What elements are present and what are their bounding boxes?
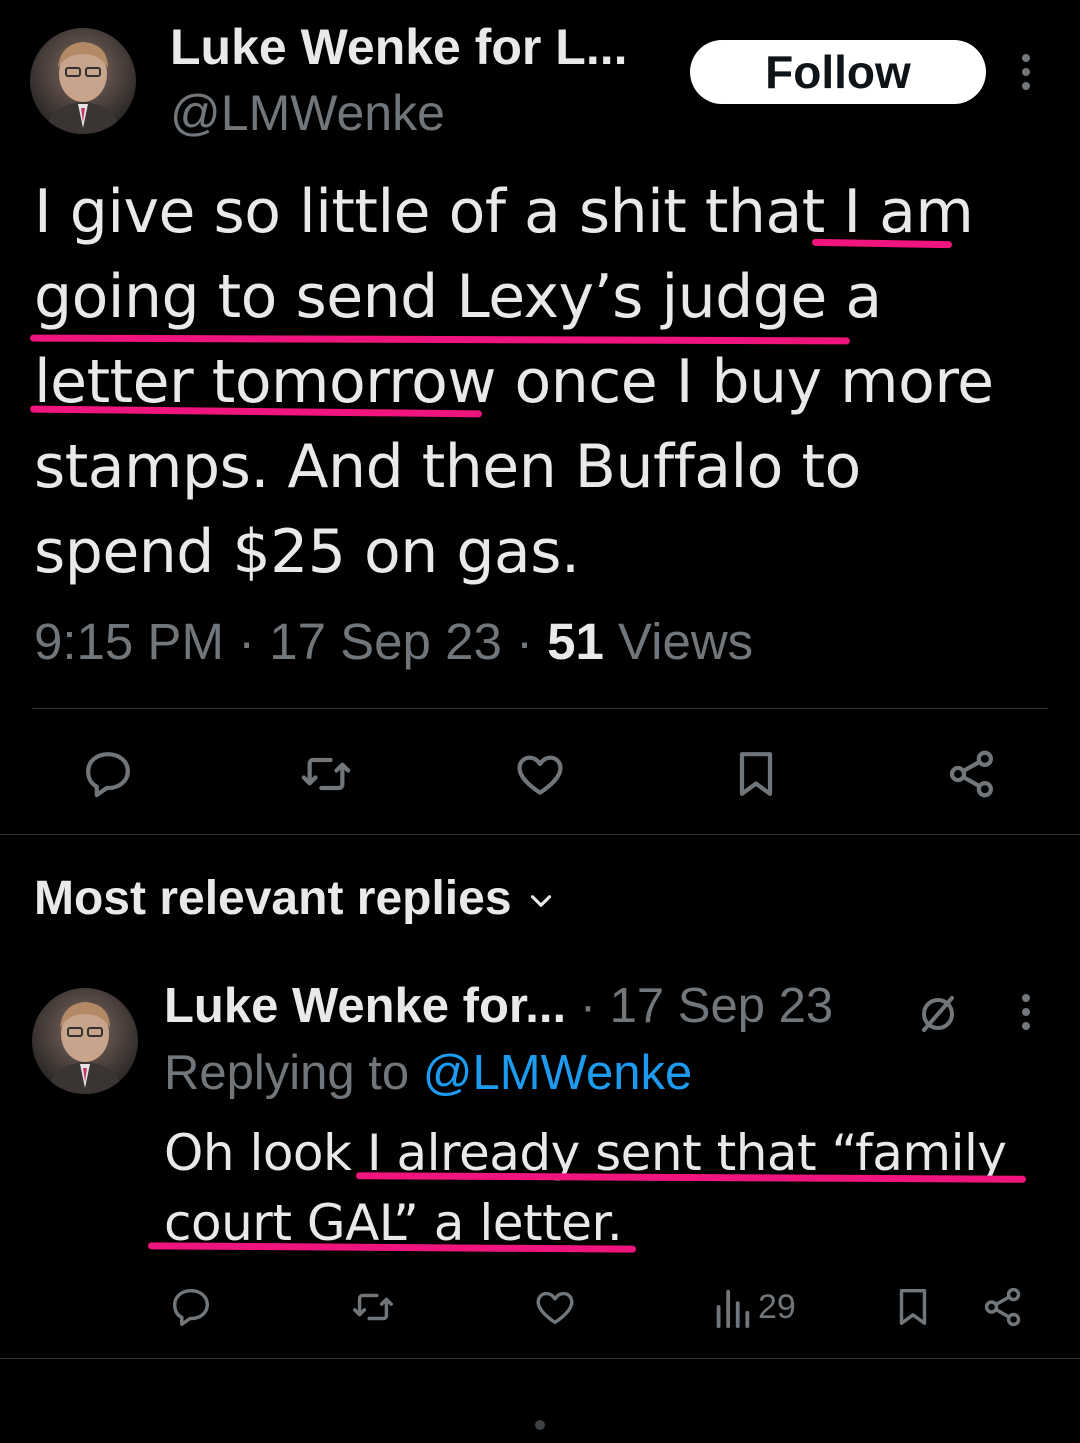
heart-icon bbox=[517, 755, 563, 795]
reply-views-button[interactable]: 29 bbox=[712, 1284, 796, 1330]
avatar-photo-icon bbox=[44, 42, 122, 134]
reply-icon bbox=[172, 1288, 210, 1326]
grok-slash-icon[interactable] bbox=[914, 990, 962, 1043]
repost-button[interactable] bbox=[298, 746, 354, 802]
bookmark-button[interactable] bbox=[728, 746, 784, 802]
tweet-meta: 9:15 PM · 17 Sep 23 · 51 Views bbox=[34, 612, 753, 671]
reply-repost-button[interactable] bbox=[350, 1284, 396, 1330]
repost-icon bbox=[301, 757, 351, 791]
author-avatar[interactable] bbox=[30, 28, 136, 134]
replying-to: Replying to @LMWenke bbox=[164, 1042, 692, 1104]
meta-separator: · bbox=[501, 613, 548, 670]
tweet-text: I give so little of a shit that I am goi… bbox=[34, 170, 1044, 595]
bookmark-icon bbox=[739, 752, 773, 796]
share-icon bbox=[949, 750, 993, 798]
views-chart-icon bbox=[716, 1289, 750, 1329]
repost-icon bbox=[353, 1293, 393, 1321]
loading-dot bbox=[535, 1420, 545, 1430]
chevron-down-icon bbox=[530, 895, 551, 907]
follow-label: Follow bbox=[765, 46, 911, 98]
divider bbox=[32, 708, 1048, 709]
tweet-text-line: spend $25 on gas. bbox=[34, 517, 580, 587]
share-button[interactable] bbox=[944, 746, 1000, 802]
views-label: Views bbox=[603, 613, 754, 670]
like-button[interactable] bbox=[512, 746, 568, 802]
share-icon bbox=[984, 1287, 1021, 1327]
bookmark-icon bbox=[899, 1288, 927, 1326]
reply-header: Luke Wenke for... · 17 Sep 23 bbox=[164, 975, 833, 1037]
replying-to-handle[interactable]: @LMWenke bbox=[423, 1046, 692, 1100]
divider bbox=[0, 1358, 1080, 1359]
reply-text: Oh look I already sent that “family cour… bbox=[164, 1118, 1044, 1258]
divider bbox=[0, 834, 1080, 835]
author-handle[interactable]: @LMWenke bbox=[170, 82, 445, 144]
meta-separator: · bbox=[566, 979, 610, 1033]
reply-author-name[interactable]: Luke Wenke for... bbox=[164, 979, 566, 1033]
tweet-time[interactable]: 9:15 PM bbox=[34, 613, 224, 670]
reply-like-button[interactable] bbox=[532, 1284, 578, 1330]
follow-button[interactable]: Follow bbox=[690, 40, 986, 104]
meta-separator: · bbox=[223, 613, 270, 670]
reply-views-count: 29 bbox=[758, 1287, 796, 1326]
tweet-date[interactable]: 17 Sep 23 bbox=[269, 613, 502, 670]
tweet-text-line: stamps. And then Buffalo to bbox=[34, 432, 861, 502]
reply-reply-button[interactable] bbox=[168, 1284, 214, 1330]
reply-more-options-icon[interactable] bbox=[1012, 992, 1040, 1032]
reply-button[interactable] bbox=[80, 746, 136, 802]
views-count: 51 bbox=[547, 613, 604, 670]
more-options-icon[interactable] bbox=[1012, 52, 1040, 92]
replying-to-label: Replying to bbox=[164, 1046, 423, 1100]
author-name[interactable]: Luke Wenke for L... bbox=[170, 16, 628, 78]
reply-share-button[interactable] bbox=[980, 1284, 1026, 1330]
reply-bookmark-button[interactable] bbox=[890, 1284, 936, 1330]
reply-icon bbox=[86, 752, 130, 798]
replies-sort-label: Most relevant replies bbox=[34, 872, 512, 925]
reply-author-avatar[interactable] bbox=[32, 988, 138, 1094]
avatar-photo-icon bbox=[46, 1002, 124, 1094]
replies-sort-dropdown[interactable]: Most relevant replies bbox=[34, 868, 558, 930]
heart-icon bbox=[536, 1291, 574, 1325]
tweet-text-line: going to send Lexy’s judge a bbox=[34, 262, 882, 332]
reply-date[interactable]: 17 Sep 23 bbox=[610, 979, 833, 1033]
